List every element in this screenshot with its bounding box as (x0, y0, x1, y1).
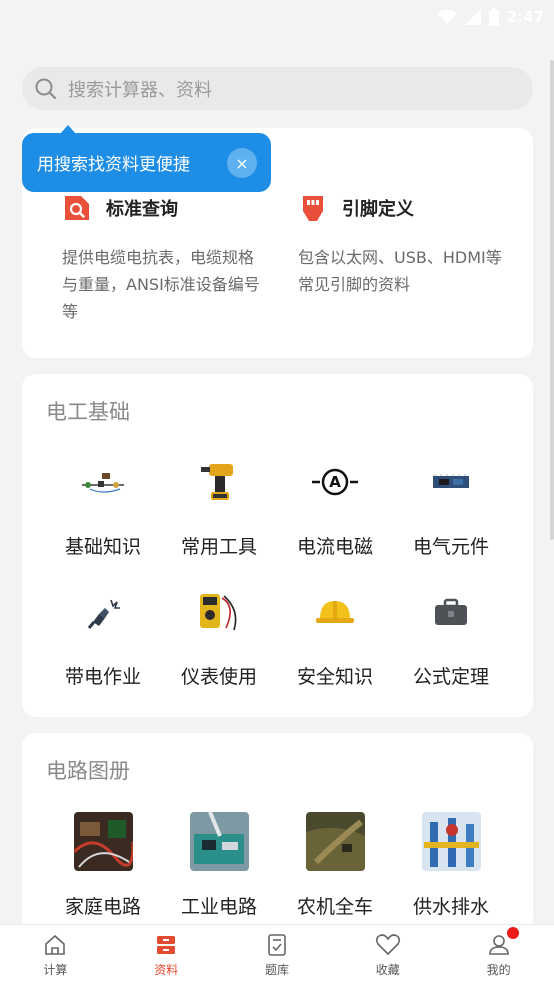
svg-text:A: A (329, 473, 341, 491)
grid-item-label: 农机全车 (296, 896, 373, 918)
status-time: 2:47 (506, 8, 544, 26)
grid-item-label: 电流电磁 (296, 536, 373, 558)
grid-item-home-circuit[interactable]: 家庭电路 (45, 812, 161, 919)
drill-icon (201, 464, 233, 500)
tab-label: 资料 (154, 963, 179, 977)
circuit-kit-icon (82, 473, 124, 493)
industrial-circuit-photo (189, 812, 249, 871)
status-bar: 2:47 (0, 0, 554, 34)
search-doc-icon (65, 196, 89, 220)
house-icon (45, 934, 66, 955)
grid-item-label: 公式定理 (412, 666, 489, 688)
pin-definition-title: 引脚定义 (342, 199, 414, 220)
signal-icon (464, 9, 481, 25)
section-title-electrical-basics: 电工基础 (46, 400, 130, 424)
close-icon[interactable]: × (227, 148, 257, 178)
grid-item-farm-machinery[interactable]: 农机全车 (277, 812, 393, 919)
tab-profile[interactable]: 我的 (443, 925, 554, 986)
hard-hat-icon (316, 601, 354, 623)
search-hint-tooltip: 用搜索找资料更便捷 × (22, 125, 271, 192)
multimeter-icon (200, 594, 237, 631)
checklist-icon (268, 934, 286, 956)
plug-spark-icon (87, 599, 120, 629)
tab-label: 收藏 (375, 963, 400, 977)
grid-item-formulas[interactable]: 公式定理 (393, 582, 509, 689)
standard-query-title: 标准查询 (106, 199, 178, 220)
grid-item-label: 基础知识 (64, 536, 141, 558)
grid-item-live-work[interactable]: 带电作业 (45, 582, 161, 689)
grid-item-common-tools[interactable]: 常用工具 (161, 452, 277, 559)
search-placeholder: 搜索计算器、资料 (68, 79, 212, 101)
grid-item-electrical-components[interactable]: 电气元件 (393, 452, 509, 559)
grid-item-label: 仪表使用 (180, 666, 257, 688)
grid-item-label: 安全知识 (296, 666, 373, 688)
standard-query-description: 提供电缆电抗表，电缆规格与重量，ANSI标准设备编号等 (62, 248, 260, 321)
notification-badge (507, 927, 520, 939)
bottom-tab-bar: 计算 资料 题库 收藏 我的 (0, 924, 554, 986)
grid-item-industrial-circuit[interactable]: 工业电路 (161, 812, 277, 919)
books-icon (157, 936, 176, 954)
grid-item-label: 电气元件 (412, 536, 489, 558)
grid-item-label: 常用工具 (180, 536, 257, 558)
grid-item-safety-knowledge[interactable]: 安全知识 (277, 582, 393, 689)
grid-item-label: 工业电路 (180, 896, 257, 918)
search-icon (35, 78, 57, 99)
heart-icon (375, 934, 400, 956)
farm-machinery-photo (305, 812, 365, 871)
section-title-circuit-atlas: 电路图册 (46, 759, 130, 783)
grid-item-current-magnetism[interactable]: A 电流电磁 (277, 452, 393, 559)
grid-item-label: 家庭电路 (64, 896, 141, 918)
tab-label: 计算 (43, 963, 68, 977)
connector-icon (303, 196, 323, 221)
wifi-icon (436, 9, 457, 24)
circuit-board-icon (433, 474, 469, 488)
ammeter-symbol-icon: A (312, 468, 358, 496)
grid-item-label: 带电作业 (64, 666, 141, 688)
grid-item-water-supply[interactable]: 供水排水 (393, 812, 509, 919)
water-supply-photo (421, 812, 481, 871)
tab-favorites[interactable]: 收藏 (332, 925, 443, 986)
grid-item-label: 供水排水 (412, 896, 489, 918)
search-input[interactable]: 搜索计算器、资料 (22, 67, 533, 110)
grid-item-meter-usage[interactable]: 仪表使用 (161, 582, 277, 689)
standard-query-entry[interactable]: 标准查询 (62, 193, 262, 223)
scrollbar[interactable] (550, 60, 554, 540)
pin-definition-entry[interactable]: 引脚定义 (298, 193, 498, 223)
tooltip-text: 用搜索找资料更便捷 (37, 155, 190, 175)
pin-definition-description: 包含以太网、USB、HDMI等常见引脚的资料 (298, 248, 502, 294)
tab-label: 我的 (486, 963, 511, 977)
grid-item-basic-knowledge[interactable]: 基础知识 (45, 452, 161, 559)
battery-icon (488, 8, 499, 26)
toolbox-icon (435, 598, 467, 625)
tab-question-bank[interactable]: 题库 (222, 925, 333, 986)
user-icon (488, 935, 509, 955)
home-circuit-photo (73, 812, 133, 871)
tab-label: 题库 (264, 963, 289, 977)
tab-calculate[interactable]: 计算 (0, 925, 111, 986)
tab-materials[interactable]: 资料 (111, 925, 222, 986)
